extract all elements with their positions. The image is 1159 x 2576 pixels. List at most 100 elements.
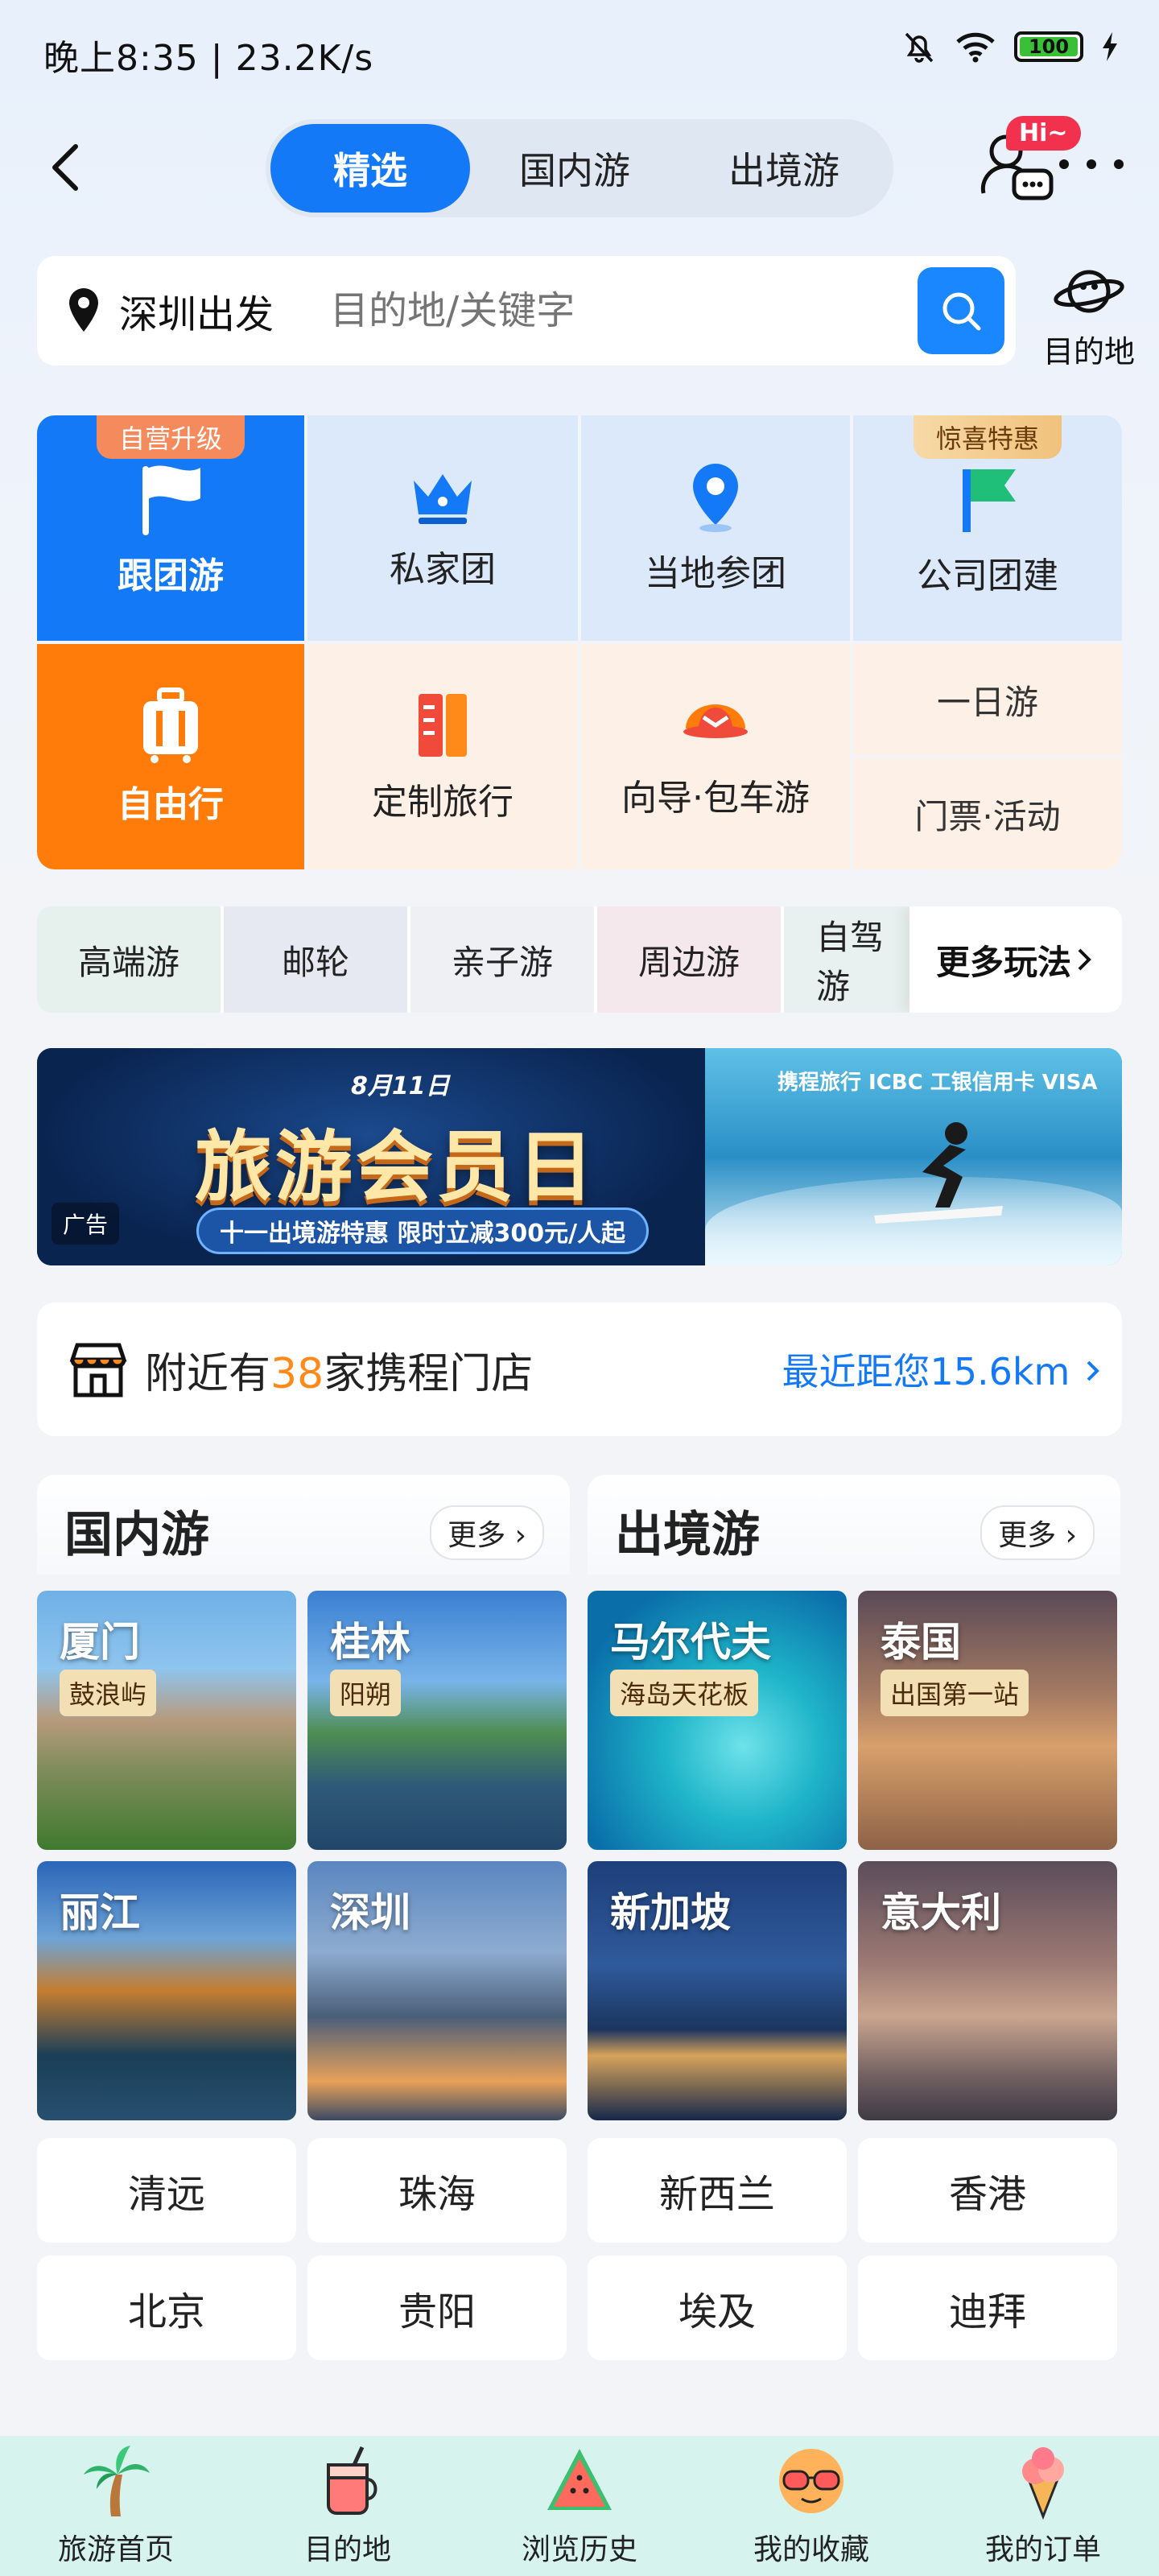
outbound-more-button[interactable]: 更多 ›	[980, 1505, 1095, 1560]
category-label: 自由行	[118, 784, 224, 825]
ruler-book-icon	[419, 694, 467, 757]
back-arrow-icon[interactable]	[40, 135, 89, 200]
tile-name: 泰国	[881, 1619, 961, 1666]
palm-tree-icon	[84, 2446, 150, 2516]
store-prefix: 附近有	[145, 1349, 271, 1398]
outbound-section-header: 出境游 更多 ›	[588, 1475, 1120, 1575]
sunglasses-icon	[779, 2449, 843, 2513]
tile-name: 马尔代夫	[610, 1619, 771, 1666]
charging-icon	[1103, 32, 1117, 61]
segmented-tabs: 精选 国内游 出境游	[266, 119, 893, 217]
nearby-stores[interactable]: 附近有38家携程门店 最近距您15.6km	[37, 1302, 1122, 1436]
tile-maldives[interactable]: 马尔代夫 海岛天花板	[588, 1591, 847, 1850]
departure-city[interactable]: 深圳出发	[119, 283, 274, 339]
mute-bell-icon	[905, 32, 934, 63]
battery-indicator: 100	[1014, 31, 1083, 62]
tab-browse-history[interactable]: 浏览历史	[483, 2442, 676, 2568]
planet-icon	[1054, 270, 1124, 313]
banner-date: 8月11日	[351, 1072, 450, 1100]
theme-family[interactable]: 亲子游	[410, 906, 594, 1013]
more-themes-label: 更多玩法	[935, 942, 1071, 982]
tile-singapore[interactable]: 新加坡	[588, 1861, 847, 2120]
tile-name: 桂林	[330, 1619, 410, 1666]
tab-featured[interactable]: 精选	[270, 124, 470, 213]
team-flag-icon	[963, 469, 1016, 532]
tab-label: 我的订单	[984, 2533, 1101, 2566]
tab-my-favorites[interactable]: 我的收藏	[715, 2442, 908, 2568]
city-button-egypt[interactable]: 埃及	[588, 2256, 847, 2360]
banner-brand: 携程旅行 ICBC 工银信用卡 VISA	[777, 1071, 1098, 1095]
category-label: 跟团游	[118, 555, 224, 597]
more-dot-icon	[1087, 159, 1096, 169]
theme-luxury[interactable]: 高端游	[37, 906, 221, 1013]
destination-label: 目的地	[1042, 334, 1135, 369]
city-button-dubai[interactable]: 迪拜	[858, 2256, 1117, 2360]
theme-cruise[interactable]: 邮轮	[224, 906, 407, 1013]
tab-my-orders[interactable]: 我的订单	[947, 2442, 1140, 2568]
ice-cream-icon	[1022, 2447, 1064, 2520]
search-icon	[942, 292, 981, 331]
search-input[interactable]	[330, 288, 918, 333]
city-button-beijing[interactable]: 北京	[37, 2256, 296, 2360]
category-tickets-activities[interactable]: 门票·活动	[853, 758, 1122, 869]
city-button-guiyang[interactable]: 贵阳	[307, 2256, 567, 2360]
tile-italy[interactable]: 意大利	[858, 1861, 1117, 2120]
theme-nearby[interactable]: 周边游	[597, 906, 781, 1013]
category-split-cell: 一日游 门票·活动	[853, 644, 1122, 869]
city-button-qingyuan[interactable]: 清远	[37, 2138, 296, 2243]
category-group-tour[interactable]: 自营升级 跟团游	[37, 415, 304, 641]
promo-banner[interactable]: 8月11日 旅游会员日 十一出境游特惠 限时立减300元/人起 广告 携程旅行 …	[37, 1048, 1122, 1265]
category-guide-charter[interactable]: 向导·包车游	[581, 644, 850, 869]
tile-name: 深圳	[330, 1889, 410, 1936]
tab-outbound[interactable]: 出境游	[679, 124, 889, 213]
more-themes-button[interactable]: 更多玩法	[909, 906, 1122, 1013]
category-local-tour[interactable]: 当地参团	[581, 415, 850, 641]
tile-guilin[interactable]: 桂林 阳朔	[307, 1591, 567, 1850]
category-company-team-building[interactable]: 惊喜特惠 公司团建	[853, 415, 1122, 641]
status-icons: 100	[901, 29, 1119, 64]
city-button-hong-kong[interactable]: 香港	[858, 2138, 1117, 2243]
tab-destination[interactable]: 目的地	[251, 2442, 444, 2568]
self-operated-tag: 自营升级	[96, 415, 245, 459]
category-private-group[interactable]: 私家团	[307, 415, 578, 641]
store-suffix: 家携程门店	[324, 1349, 534, 1398]
watermelon-icon	[547, 2449, 612, 2510]
status-time-speed: 晚上8:35 | 23.2K/s	[43, 38, 374, 79]
domestic-title: 国内游	[64, 1507, 209, 1563]
category-day-tour[interactable]: 一日游	[853, 644, 1122, 755]
guide-hat-icon	[683, 704, 748, 738]
tab-travel-home[interactable]: 旅游首页	[19, 2442, 212, 2568]
domestic-more-button[interactable]: 更多 ›	[430, 1505, 544, 1560]
city-button-zhuhai[interactable]: 珠海	[307, 2138, 567, 2243]
outbound-title: 出境游	[615, 1507, 760, 1563]
category-free-travel[interactable]: 自由行	[37, 644, 304, 869]
more-menu-button[interactable]	[1059, 159, 1124, 175]
tile-tag: 阳朔	[330, 1670, 402, 1716]
store-distance-label: 最近距您15.6km	[782, 1350, 1070, 1393]
flag-icon	[142, 465, 200, 535]
destination-button[interactable]: 目的地	[1029, 262, 1149, 375]
surfer-figure-icon	[874, 1122, 1003, 1224]
category-label: 私家团	[390, 549, 496, 590]
city-button-new-zealand[interactable]: 新西兰	[588, 2138, 847, 2243]
tab-domestic[interactable]: 国内游	[470, 124, 679, 213]
store-count: 38	[270, 1349, 324, 1398]
category-custom-travel[interactable]: 定制旅行	[307, 644, 578, 869]
banner-subtitle: 十一出境游特惠 限时立减300元/人起	[196, 1208, 650, 1254]
map-pin-icon	[693, 464, 738, 532]
store-text: 附近有38家携程门店	[145, 1340, 533, 1400]
tile-name: 丽江	[60, 1889, 140, 1936]
tile-shenzhen[interactable]: 深圳	[307, 1861, 567, 2120]
search-bar: 深圳出发	[37, 256, 1016, 365]
tab-label: 浏览历史	[521, 2533, 637, 2566]
theme-self-drive[interactable]: 自驾游	[784, 906, 913, 1013]
tile-lijiang[interactable]: 丽江	[37, 1861, 296, 2120]
more-dot-icon	[1114, 159, 1124, 169]
suitcase-icon	[143, 687, 198, 763]
more-label: 更多	[998, 1519, 1057, 1552]
battery-level: 100	[1028, 35, 1070, 58]
hi-badge: Hi~	[1006, 116, 1081, 151]
tile-xiamen[interactable]: 厦门 鼓浪屿	[37, 1591, 296, 1850]
tile-thailand[interactable]: 泰国 出国第一站	[858, 1591, 1117, 1850]
search-button[interactable]	[918, 267, 1004, 354]
